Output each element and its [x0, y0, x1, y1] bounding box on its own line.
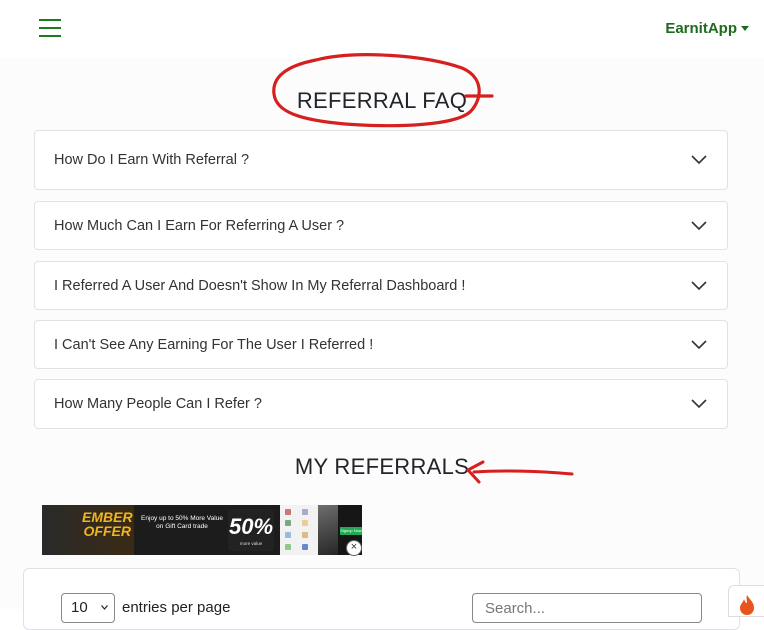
ad-image — [318, 505, 338, 555]
ad-close-icon[interactable]: × — [346, 540, 362, 556]
entries-per-page-select[interactable]: 10 — [61, 593, 115, 623]
floating-badge[interactable] — [728, 585, 764, 617]
my-referrals-title: MY REFERRALS — [294, 454, 470, 479]
chevron-down-icon — [101, 605, 108, 610]
faq-title: REFERRAL FAQ — [296, 88, 468, 113]
entries-value: 10 — [71, 599, 88, 616]
chevron-down-icon — [691, 399, 707, 409]
flame-icon — [740, 595, 754, 615]
faq-item[interactable]: How Many People Can I Refer ? — [34, 379, 728, 429]
ad-tagline: Enjoy up to 50% More Value on Gift Card … — [141, 515, 223, 530]
chevron-down-icon — [691, 155, 707, 165]
menu-icon[interactable] — [39, 19, 61, 37]
chevron-down-icon — [691, 339, 707, 349]
entries-label: entries per page — [122, 599, 231, 616]
faq-item[interactable]: How Do I Earn With Referral ? — [34, 130, 728, 190]
faq-question: I Referred A User And Doesn't Show In My… — [54, 277, 466, 294]
ad-banner[interactable]: EMBER OFFER Enjoy up to 50% More Value o… — [42, 505, 362, 555]
ad-app-grid — [280, 505, 318, 555]
faq-item[interactable]: I Can't See Any Earning For The User I R… — [34, 320, 728, 369]
chevron-down-icon — [691, 280, 707, 290]
top-navbar: EarnitApp — [0, 0, 764, 58]
ad-signup-button[interactable]: Signup Now — [340, 527, 362, 535]
referrals-table-card: 10 entries per page — [23, 568, 740, 630]
account-dropdown[interactable]: EarnitApp — [665, 20, 749, 37]
faq-question: How Much Can I Earn For Referring A User… — [54, 217, 345, 234]
brand-name: EarnitApp — [665, 20, 737, 37]
ad-percent-sub: more value — [239, 541, 263, 546]
caret-down-icon — [741, 26, 749, 31]
faq-item[interactable]: How Much Can I Earn For Referring A User… — [34, 201, 728, 250]
faq-question: I Can't See Any Earning For The User I R… — [54, 336, 374, 353]
ad-brand-text: EMBER OFFER — [82, 509, 133, 539]
faq-question: How Many People Can I Refer ? — [54, 396, 262, 412]
table-search-input[interactable] — [472, 593, 702, 623]
chevron-down-icon — [691, 220, 707, 230]
faq-question: How Do I Earn With Referral ? — [54, 152, 250, 168]
faq-item[interactable]: I Referred A User And Doesn't Show In My… — [34, 261, 728, 310]
